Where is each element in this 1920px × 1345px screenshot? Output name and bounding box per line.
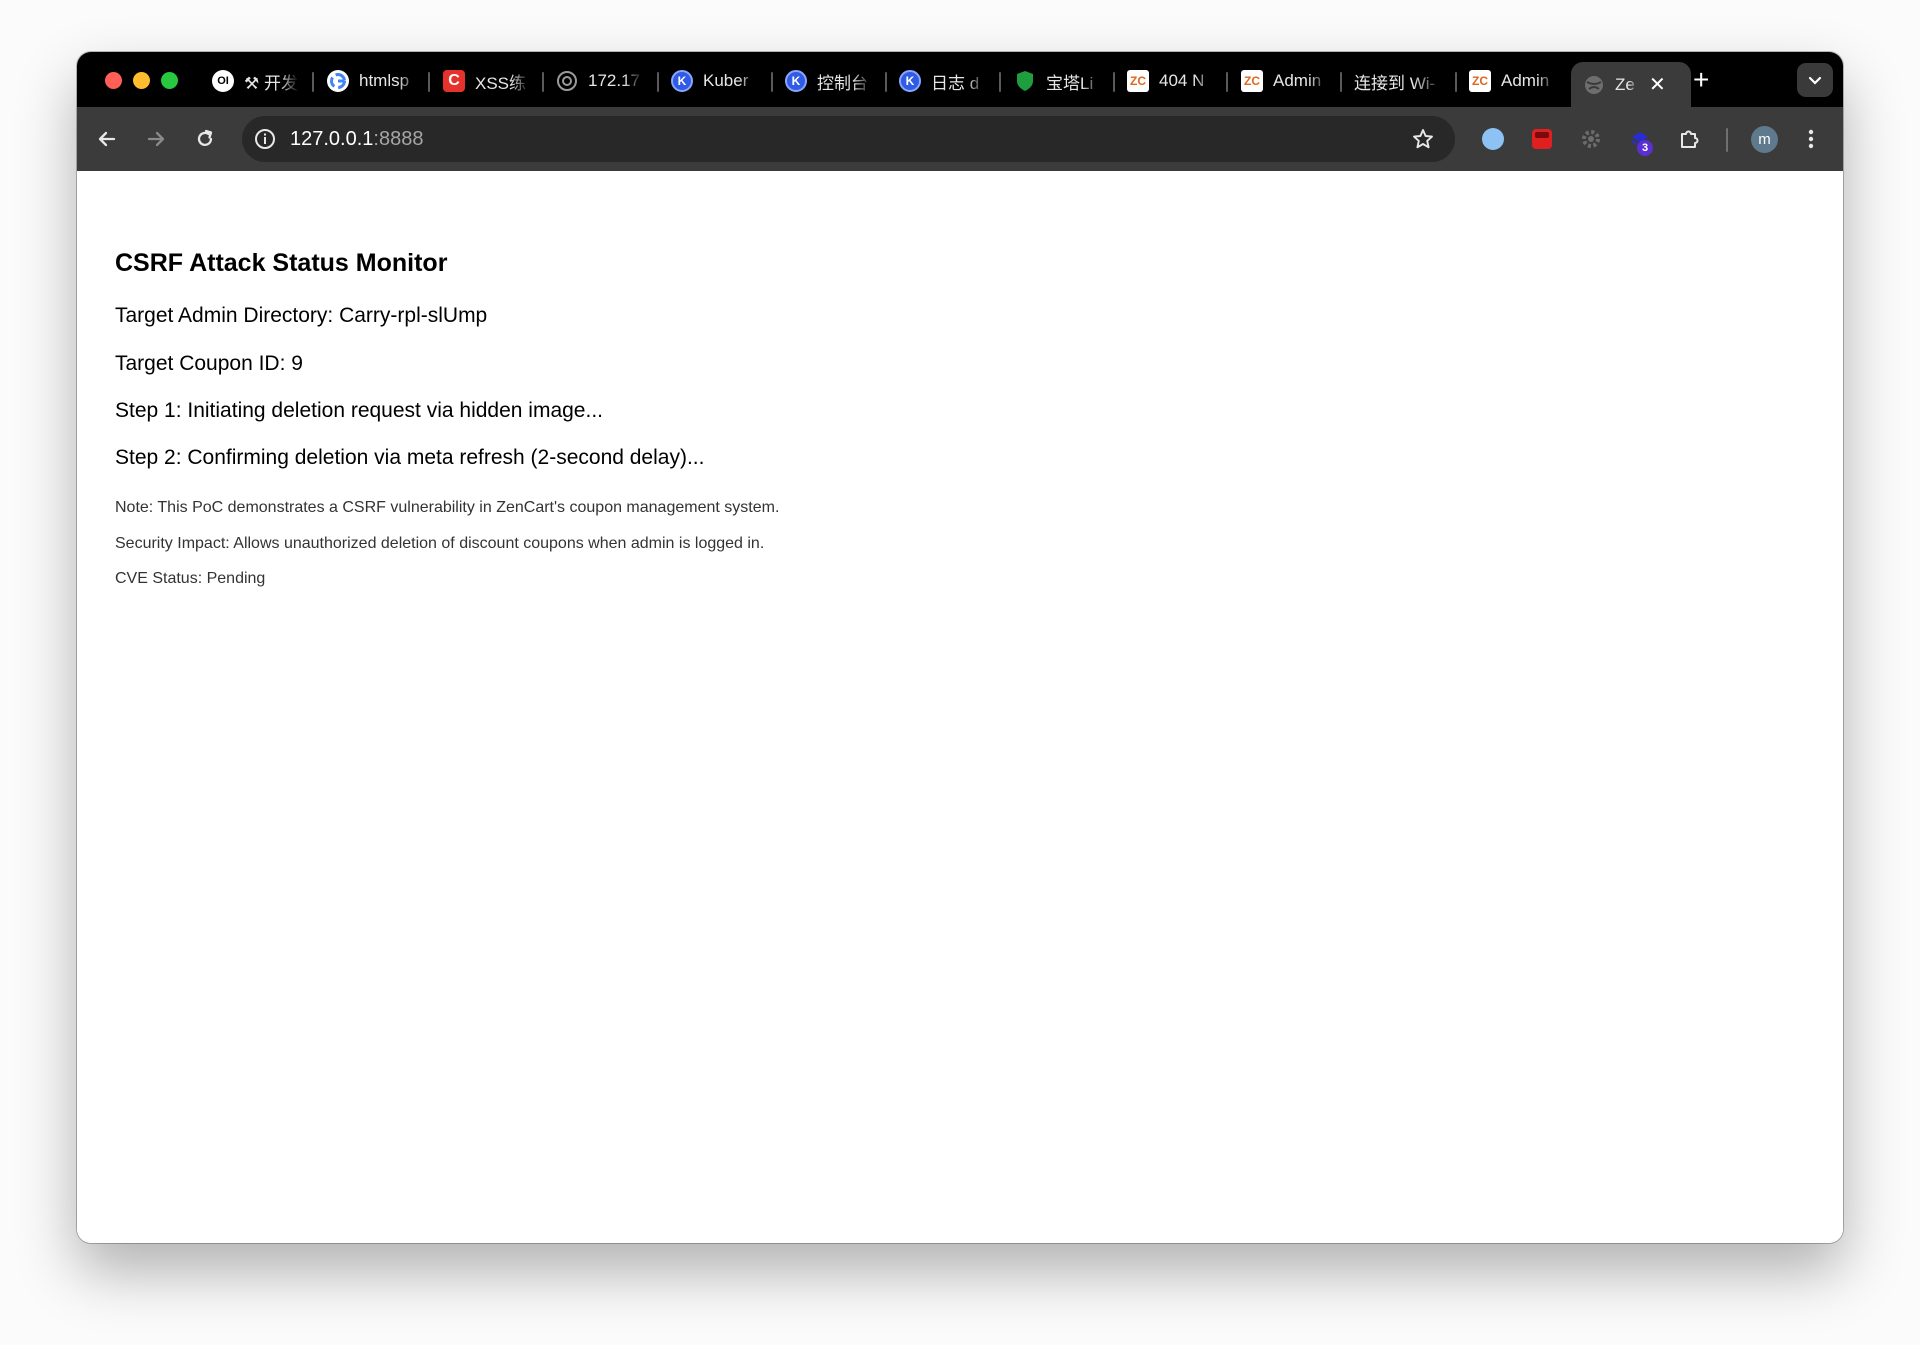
tab-title: XSS练 — [475, 73, 527, 93]
tab-admin[interactable]: ZC Admin — [1241, 62, 1336, 100]
globe-icon — [556, 70, 578, 92]
tab-separator — [999, 72, 1001, 92]
tab-separator — [1226, 72, 1228, 92]
tab-htmlsp[interactable]: htmlsp — [327, 62, 427, 100]
c-icon: C — [443, 70, 465, 92]
tab-active[interactable]: Ze ✕ — [1571, 62, 1691, 107]
tab-title: 宝塔Li — [1046, 73, 1094, 93]
tab-separator — [542, 72, 544, 92]
tab-logs[interactable]: K 日志 d — [899, 62, 994, 100]
tab-title: 404 N — [1159, 71, 1205, 90]
tab-baota[interactable]: 宝塔Li — [1014, 62, 1109, 100]
tab-search-button[interactable] — [1797, 63, 1833, 97]
new-tab-button[interactable]: + — [1693, 65, 1709, 95]
tab-admin-2[interactable]: ZC Admin — [1469, 62, 1564, 100]
cve-status-text: CVE Status: Pending — [115, 570, 266, 587]
tab-404[interactable]: ZC 404 N — [1127, 62, 1222, 100]
k-icon: K — [785, 70, 807, 92]
extension-circle-icon[interactable] — [1477, 123, 1509, 155]
chevron-down-icon — [1808, 76, 1822, 85]
tab-title: 控制台 — [817, 73, 868, 93]
step-1-text: Step 1: Initiating deletion request via … — [115, 399, 603, 422]
forward-button[interactable] — [140, 123, 172, 155]
target-coupon-text: Target Coupon ID: 9 — [115, 352, 303, 375]
step-2-text: Step 2: Confirming deletion via meta ref… — [115, 446, 705, 469]
tab-separator — [771, 72, 773, 92]
bookmark-star-icon[interactable] — [1411, 127, 1435, 156]
reload-icon — [197, 129, 213, 146]
url-host: 127.0.0.1 — [290, 128, 374, 150]
arrow-right-icon — [147, 131, 165, 147]
openai-icon: OI — [212, 70, 234, 92]
arrow-left-icon — [98, 131, 116, 147]
tab-title: 连接到 Wi- — [1354, 73, 1436, 93]
tab-separator — [885, 72, 887, 92]
tab-title: Kuber — [703, 71, 749, 90]
tab-separator — [1113, 72, 1115, 92]
k-icon: K — [899, 70, 921, 92]
tab-title: 日志 d — [931, 73, 980, 93]
page-content: CSRF Attack Status Monitor Target Admin … — [77, 171, 1843, 1243]
toolbar-divider — [1726, 128, 1728, 152]
extensions-puzzle-icon[interactable] — [1673, 123, 1705, 155]
extension-badge: 3 — [1637, 140, 1653, 156]
reload-button[interactable] — [189, 123, 221, 155]
close-window-button[interactable] — [105, 72, 122, 89]
tab-ip[interactable]: 172.17 — [556, 62, 651, 100]
page-title: CSRF Attack Status Monitor — [115, 249, 448, 277]
security-impact-text: Security Impact: Allows unauthorized del… — [115, 535, 765, 552]
minimize-window-button[interactable] — [133, 72, 150, 89]
zc-icon: ZC — [1469, 70, 1491, 92]
tab-separator — [1340, 72, 1342, 92]
tab-separator — [312, 72, 314, 92]
tab-separator — [428, 72, 430, 92]
close-tab-icon[interactable]: ✕ — [1649, 72, 1666, 97]
note-text: Note: This PoC demonstrates a CSRF vulne… — [115, 499, 780, 516]
maximize-window-button[interactable] — [161, 72, 178, 89]
tab-wifi[interactable]: 连接到 Wi- — [1354, 62, 1454, 100]
globe-icon — [1583, 74, 1605, 96]
tab-xss[interactable]: C XSS练 — [443, 62, 538, 100]
address-bar[interactable]: 127.0.0.1:8888 — [242, 116, 1455, 162]
shield-icon — [1014, 70, 1036, 92]
url-text: 127.0.0.1:8888 — [290, 128, 423, 151]
tab-kuber[interactable]: K Kuber — [671, 62, 766, 100]
k-icon: K — [671, 70, 693, 92]
url-port: :8888 — [373, 128, 424, 150]
browser-window: OI ⚒ 开发 htmlsp C XSS练 172.17 K Kuber K 控… — [77, 52, 1843, 1243]
profile-avatar[interactable]: m — [1751, 126, 1778, 153]
tab-separator — [657, 72, 659, 92]
tab-dev[interactable]: OI ⚒ 开发 — [212, 62, 302, 100]
tab-separator — [1455, 72, 1457, 92]
browser-toolbar: 127.0.0.1:8888 3 m — [77, 107, 1843, 171]
extension-red-icon[interactable] — [1526, 123, 1558, 155]
gear-icon[interactable] — [1575, 123, 1607, 155]
google-icon — [327, 70, 349, 92]
tab-title: Admin — [1273, 71, 1322, 90]
tab-strip: OI ⚒ 开发 htmlsp C XSS练 172.17 K Kuber K 控… — [77, 52, 1843, 107]
tab-console[interactable]: K 控制台 — [785, 62, 880, 100]
site-info-icon[interactable] — [253, 127, 277, 156]
tab-title: ⚒ 开发 — [244, 73, 298, 93]
zc-icon: ZC — [1241, 70, 1263, 92]
target-directory-text: Target Admin Directory: Carry-rpl-slUmp — [115, 304, 488, 327]
menu-kebab-icon[interactable] — [1795, 123, 1827, 155]
tab-title: htmlsp — [359, 71, 410, 90]
back-button[interactable] — [91, 123, 123, 155]
tab-title: Admin — [1501, 71, 1550, 90]
tab-title: 172.17 — [588, 71, 640, 90]
tab-title: Ze — [1615, 74, 1635, 94]
zc-icon: ZC — [1127, 70, 1149, 92]
